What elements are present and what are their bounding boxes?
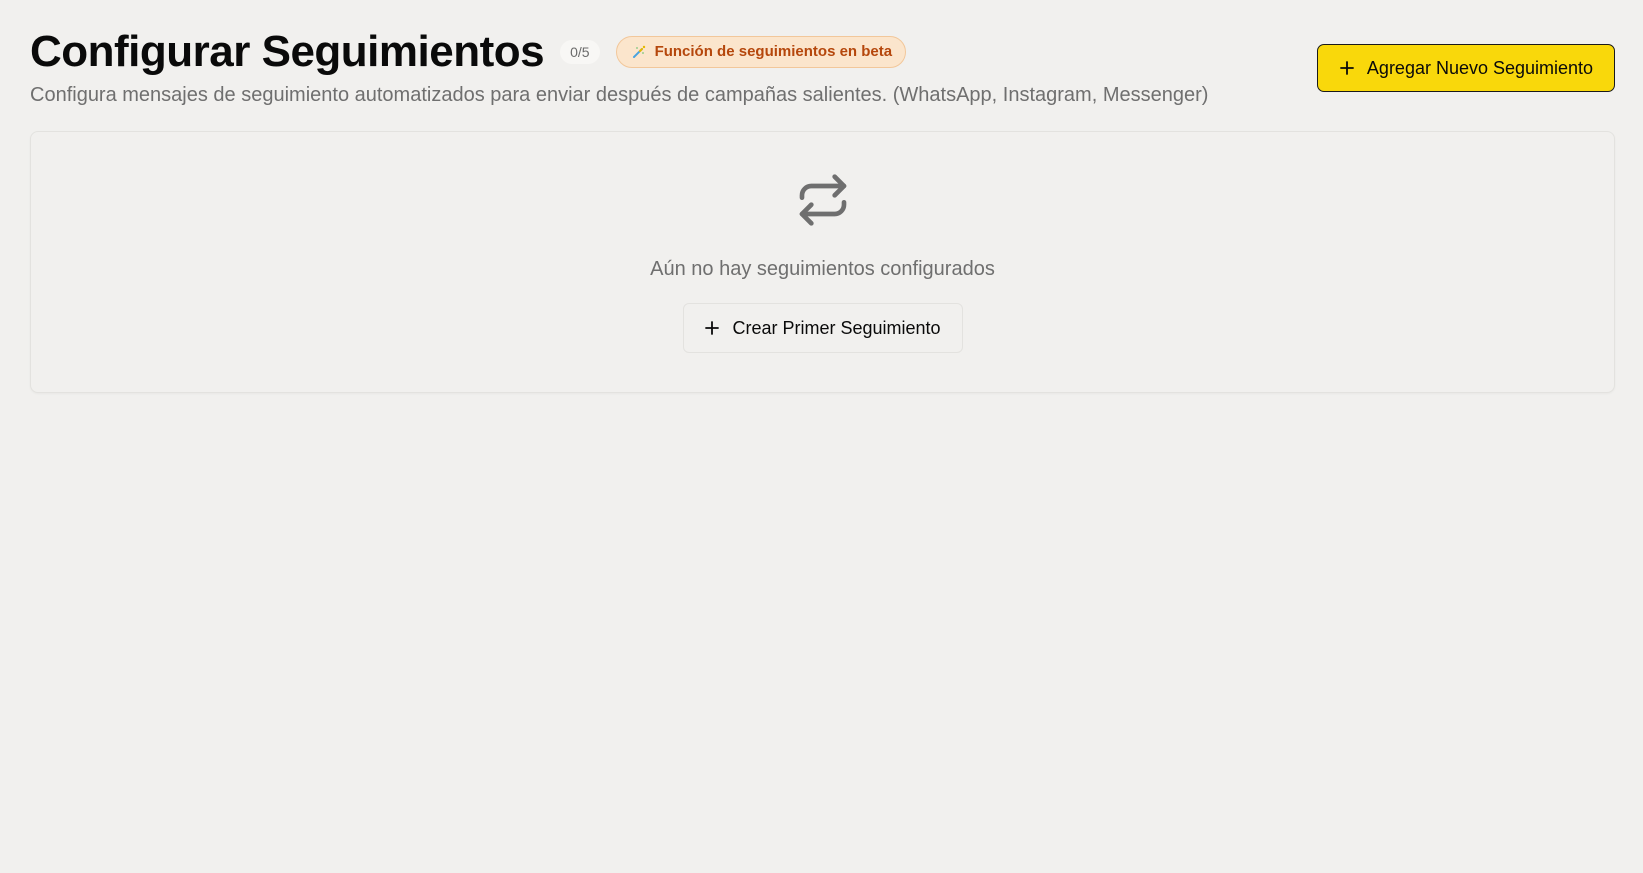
- plus-icon: [1339, 60, 1355, 76]
- empty-state-card: Aún no hay seguimientos configurados Cre…: [30, 131, 1615, 393]
- create-first-followup-button[interactable]: Crear Primer Seguimiento: [682, 303, 963, 353]
- sparkle-wand-icon: [631, 44, 647, 60]
- count-badge: 0/5: [560, 40, 600, 64]
- beta-badge: Función de seguimientos en beta: [615, 36, 907, 68]
- empty-state-message: Aún no hay seguimientos configurados: [650, 258, 995, 280]
- add-new-followup-button[interactable]: Agregar Nuevo Seguimiento: [1317, 44, 1615, 92]
- page-title: Configurar Seguimientos: [30, 27, 545, 76]
- repeat-icon: [795, 172, 851, 228]
- add-new-followup-label: Agregar Nuevo Seguimiento: [1366, 57, 1594, 78]
- plus-icon: [704, 320, 720, 336]
- create-first-followup-label: Crear Primer Seguimiento: [732, 317, 941, 338]
- beta-badge-label: Función de seguimientos en beta: [654, 43, 893, 60]
